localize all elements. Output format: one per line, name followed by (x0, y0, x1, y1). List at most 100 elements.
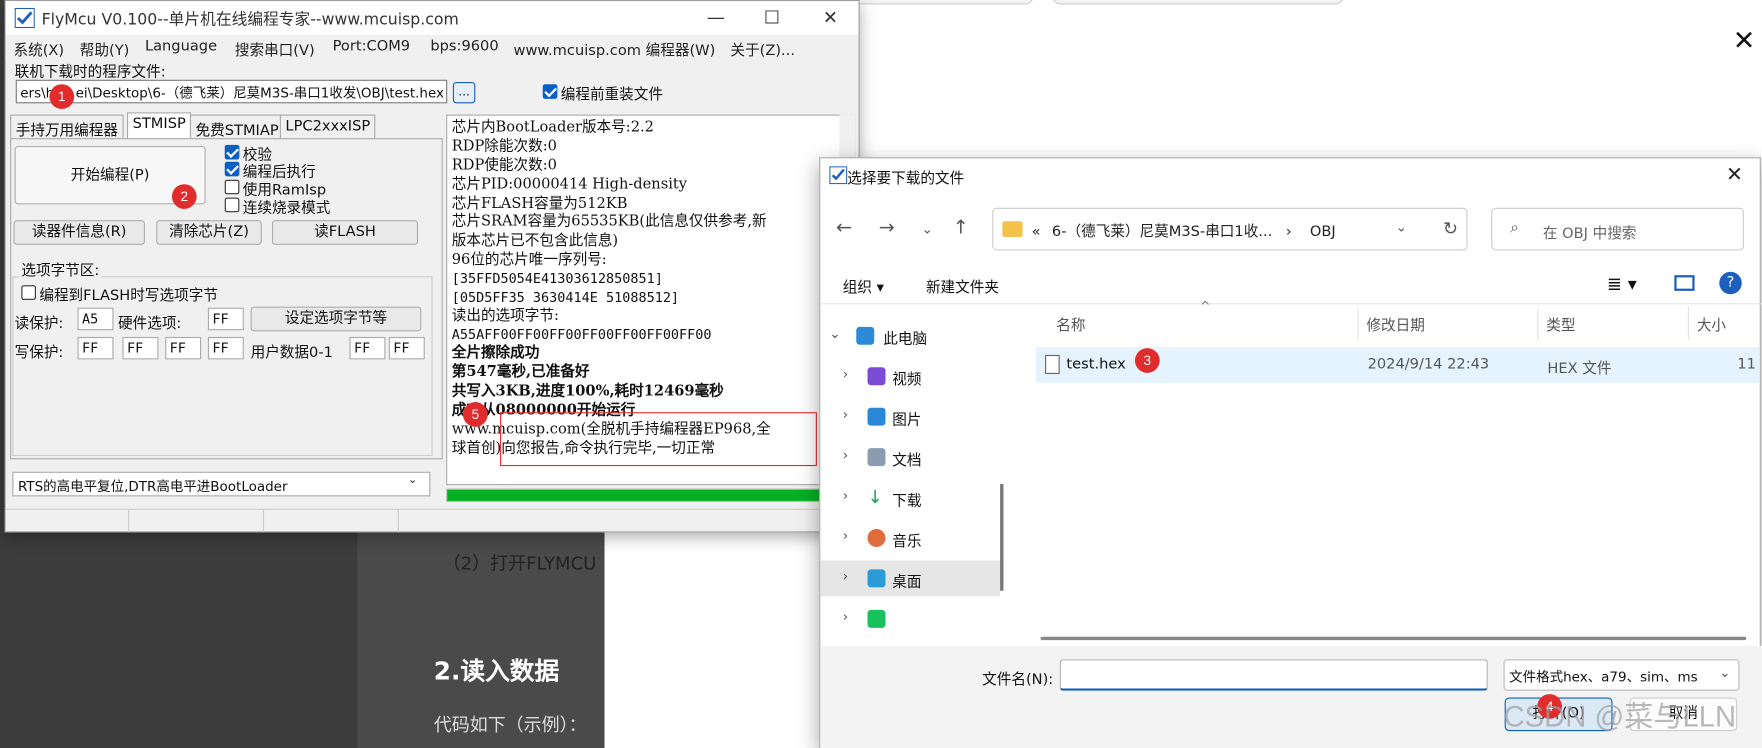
chevron-right-icon[interactable]: › (843, 568, 848, 584)
write-protect-field[interactable]: FF (165, 336, 202, 360)
breadcrumb-item[interactable]: 6-（德飞莱）尼莫M3S-串口1收... (1052, 224, 1272, 241)
column-size[interactable]: 大小 (1697, 313, 1726, 335)
minimize-icon[interactable]: — (696, 6, 736, 31)
pane-scrollbar[interactable] (1000, 484, 1004, 591)
chevron-down-icon[interactable]: ⌄ (408, 474, 417, 486)
search-input[interactable]: ⌕ 在 OBJ 中搜索 (1491, 207, 1745, 251)
organize-button[interactable]: 组织 ▾ (843, 275, 884, 297)
breadcrumb-overflow[interactable]: « (1032, 224, 1041, 241)
tab-handheld-programmer[interactable]: 手持万用编程器 (10, 114, 124, 139)
set-option-bytes-button[interactable]: 设定选项字节等 (250, 306, 422, 332)
nav-this-pc[interactable]: ⌄ 此电脑 (820, 318, 1000, 354)
tab-lpc2xxxisp[interactable]: LPC2xxxISP (279, 114, 376, 139)
filename-input[interactable] (1059, 659, 1488, 691)
tab-stmiap[interactable]: 免费STMIAP (189, 114, 285, 139)
reload-checkbox[interactable] (542, 84, 558, 99)
menu-baudrate[interactable]: bps:9600 (430, 38, 498, 55)
menu-language[interactable]: Language (145, 38, 217, 55)
nav-pictures[interactable]: › 图片 (820, 399, 1000, 435)
tab-stmisp[interactable]: STMISP (126, 112, 192, 140)
nav-label: 桌面 (892, 573, 922, 591)
refresh-icon[interactable]: ↻ (1443, 218, 1458, 239)
reset-mode-select[interactable]: RTS的高电平复位,DTR高电平进BootLoader (12, 471, 431, 497)
view-menu-icon[interactable]: ≣ ▾ (1607, 273, 1637, 294)
column-date[interactable]: 修改日期 (1366, 313, 1424, 335)
use-ramisp-checkbox[interactable] (224, 179, 240, 195)
log-line: [05D5FF35 3630414E 51088512] (451, 289, 680, 306)
column-separator[interactable] (1357, 306, 1359, 341)
read-protect-field[interactable]: A5 (77, 307, 114, 331)
write-option-bytes-label: 编程到FLASH时写选项字节 (39, 287, 218, 305)
preview-pane-icon[interactable] (1674, 275, 1695, 291)
menu-programmer[interactable]: www.mcuisp.com 编程器(W) (514, 38, 716, 60)
column-type[interactable]: 类型 (1546, 313, 1575, 335)
step-badge: 2 (171, 184, 197, 209)
log-line: 共写入3KB,进度100%,耗时12469毫秒 (451, 382, 724, 400)
menu-search-port[interactable]: 搜索串口(V) (235, 38, 315, 60)
chevron-down-icon[interactable]: ⌄ (829, 326, 840, 342)
write-protect-field[interactable]: FF (77, 336, 114, 360)
music-icon (867, 528, 886, 547)
browser-tab[interactable] (1051, 0, 1344, 5)
breadcrumb-item[interactable]: OBJ (1310, 224, 1336, 241)
menu-about[interactable]: 关于(Z)... (730, 38, 795, 60)
chevron-right-icon[interactable]: › (843, 366, 848, 382)
write-protect-field[interactable]: FF (122, 336, 159, 360)
erase-chip-button[interactable]: 清除芯片(Z) (156, 220, 262, 245)
write-protect-field[interactable]: FF (207, 336, 244, 360)
nav-label: 文档 (892, 452, 922, 470)
user-data-field[interactable]: FF (349, 336, 386, 360)
column-separator[interactable] (1687, 306, 1689, 341)
column-separator[interactable] (1537, 306, 1539, 341)
up-arrow-icon[interactable]: ↑ (953, 217, 969, 239)
menu-port[interactable]: Port:COM9 (333, 38, 410, 55)
filetype-select[interactable]: 文件格式hex、a79、sim、ms (1503, 659, 1740, 691)
new-folder-button[interactable]: 新建文件夹 (926, 275, 999, 297)
nav-desktop[interactable]: › 桌面 (820, 560, 1001, 597)
read-device-info-button[interactable]: 读器件信息(R) (13, 220, 145, 245)
file-type: HEX 文件 (1547, 360, 1612, 378)
chevron-right-icon[interactable]: › (843, 528, 848, 544)
chevron-right-icon[interactable]: › (843, 447, 848, 463)
write-option-bytes-checkbox[interactable] (21, 285, 36, 300)
document-icon (867, 448, 886, 467)
browser-tab[interactable] (854, 0, 1034, 5)
address-bar[interactable]: « 6-（德飞莱）尼莫M3S-串口1收... › OBJ ⌄ ↻ (992, 207, 1468, 251)
run-after-program-checkbox[interactable] (224, 161, 240, 177)
nav-iqiyi[interactable]: › (820, 601, 1000, 637)
back-arrow-icon[interactable]: ← (836, 217, 852, 239)
menu-help[interactable]: 帮助(Y) (80, 38, 130, 60)
chevron-right-icon[interactable]: › (843, 487, 848, 503)
horizontal-scrollbar[interactable] (1040, 636, 1747, 641)
hw-option-field[interactable]: FF (207, 307, 244, 331)
chevron-right-icon[interactable]: › (843, 609, 848, 625)
close-icon[interactable]: ✕ (810, 6, 850, 31)
nav-music[interactable]: › 音乐 (820, 520, 1000, 556)
user-data-field[interactable]: FF (388, 336, 425, 360)
menu-system[interactable]: 系统(X) (13, 38, 64, 60)
browse-file-button[interactable]: ... (452, 81, 476, 104)
chevron-down-icon[interactable]: ⌄ (1396, 219, 1407, 235)
maximize-icon[interactable]: ☐ (752, 6, 792, 31)
program-file-label: 联机下载时的程序文件: (14, 64, 166, 81)
log-line: 版本芯片已不包含此信息) (451, 232, 619, 250)
progress-fill (447, 489, 855, 501)
chevron-down-icon[interactable]: ⌄ (1719, 664, 1731, 681)
nav-documents[interactable]: › 文档 (820, 439, 1000, 475)
verify-checkbox[interactable] (224, 144, 240, 160)
log-line: 全片擦除成功 (451, 344, 540, 362)
chevron-right-icon[interactable]: › (843, 407, 848, 423)
continuous-burn-checkbox[interactable] (224, 197, 240, 213)
column-name[interactable]: 名称 (1056, 313, 1085, 335)
close-icon[interactable]: ✕ (1733, 27, 1756, 54)
read-flash-button[interactable]: 读FLASH (271, 220, 419, 245)
chevron-down-icon[interactable]: ⌄ (921, 221, 932, 237)
nav-videos[interactable]: › 视频 (820, 358, 1000, 394)
forward-arrow-icon[interactable]: → (879, 217, 895, 239)
help-icon[interactable]: ? (1719, 271, 1742, 295)
screen: ✕ （2）打开FLYMCU 2.读入数据 代码如下（示例）： FlyMcu V0… (0, 0, 1762, 748)
nav-downloads[interactable]: › ↓ 下载 (820, 480, 1000, 516)
close-icon[interactable]: ✕ (1726, 163, 1743, 187)
program-file-path[interactable]: ers\hu...ei\Desktop\6-（德飞莱）尼莫M3S-串口1收发\O… (15, 79, 448, 104)
nav-label: 此电脑 (883, 331, 928, 349)
